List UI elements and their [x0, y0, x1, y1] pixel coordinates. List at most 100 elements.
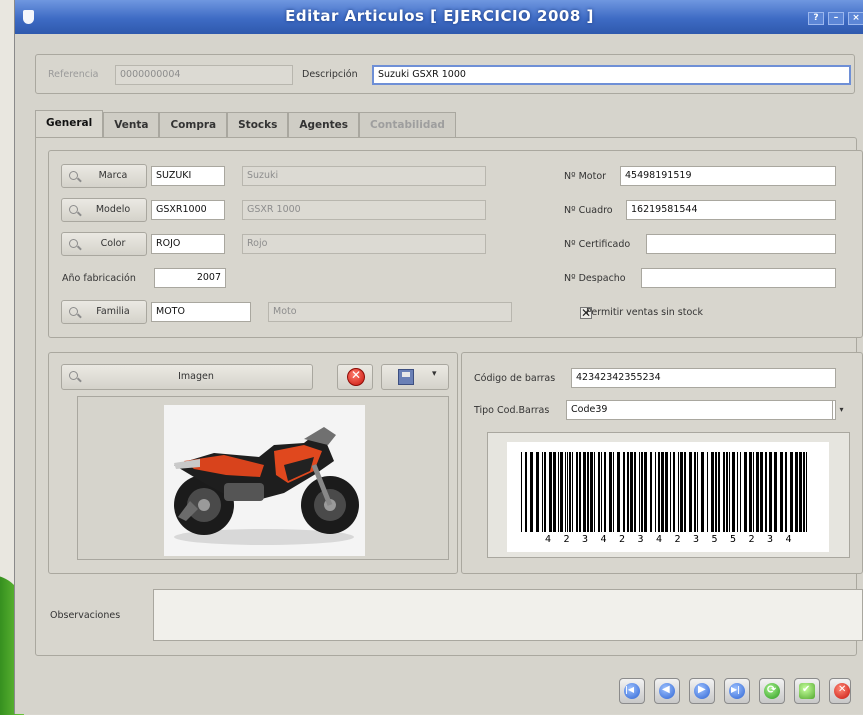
- window-title: Editar Articulos [ EJERCICIO 2008 ]: [285, 7, 594, 25]
- first-record-icon: [624, 683, 640, 699]
- modelo-code-input[interactable]: GSXR1000: [151, 200, 225, 220]
- tab-agentes[interactable]: Agentes: [288, 112, 360, 138]
- barcode-bar: [567, 452, 568, 532]
- barcode-bar: [583, 452, 586, 532]
- barcode-bar: [680, 452, 683, 532]
- motor-label: Nº Motor: [564, 171, 607, 182]
- barcode-bar: [673, 452, 675, 532]
- barcode-bar: [542, 452, 543, 532]
- barcode-bar: [756, 452, 759, 532]
- accept-button[interactable]: [794, 678, 820, 704]
- certificado-input[interactable]: [646, 234, 836, 254]
- barcode-bar: [598, 452, 600, 532]
- familia-name-field: Moto: [268, 302, 512, 322]
- minimize-button[interactable]: –: [828, 12, 844, 25]
- barcode-bar: [558, 452, 559, 532]
- marca-code-input[interactable]: SUZUKI: [151, 166, 225, 186]
- barcode-bar: [587, 452, 589, 532]
- imagen-button[interactable]: Imagen: [61, 364, 313, 390]
- modelo-lookup-button[interactable]: Modelo: [61, 198, 147, 222]
- descripcion-input[interactable]: Suzuki GSXR 1000: [372, 65, 851, 85]
- barcode-bar: [737, 452, 738, 532]
- save-image-button[interactable]: ▾: [381, 364, 449, 390]
- barcode-bar: [553, 452, 556, 532]
- barcode-bar: [765, 452, 767, 532]
- barcode-digit: 4: [786, 534, 792, 545]
- tab-contabilidad: Contabilidad: [359, 112, 456, 138]
- barcode-bar: [799, 452, 802, 532]
- barcode-bar: [678, 452, 679, 532]
- chevron-down-icon[interactable]: ▾: [832, 400, 850, 420]
- despacho-input[interactable]: [641, 268, 836, 288]
- accept-icon: [799, 683, 815, 699]
- title-bar[interactable]: Editar Articulos [ EJERCICIO 2008 ] ? – …: [15, 0, 863, 34]
- barcode-bar: [790, 452, 793, 532]
- barcode-bar: [760, 452, 763, 532]
- tab-bar: General Venta Compra Stocks Agentes Cont…: [35, 110, 456, 138]
- next-record-button[interactable]: [689, 678, 715, 704]
- barcode-digit: 3: [767, 534, 773, 545]
- barcode-bar: [718, 452, 720, 532]
- barcode-bar: [740, 452, 741, 532]
- delete-image-button[interactable]: [337, 364, 373, 390]
- barcode-bar: [630, 452, 633, 532]
- barcode-bar: [697, 452, 698, 532]
- cuadro-label: Nº Cuadro: [564, 205, 613, 216]
- previous-record-button[interactable]: [654, 678, 680, 704]
- barcode-bar: [549, 452, 552, 532]
- barcode-bar: [694, 452, 696, 532]
- barcode-bar: [806, 452, 807, 532]
- last-record-button[interactable]: [724, 678, 750, 704]
- barcode-bar: [572, 452, 573, 532]
- tab-stocks[interactable]: Stocks: [227, 112, 289, 138]
- barcode-digit: 2: [619, 534, 625, 545]
- barcode-bar: [749, 452, 752, 532]
- barcode-bar: [594, 452, 595, 532]
- barcode-bar: [521, 452, 522, 532]
- familia-code-input[interactable]: MOTO: [151, 302, 251, 322]
- cuadro-input[interactable]: 16219581544: [626, 200, 836, 220]
- anio-input[interactable]: 2007: [154, 268, 226, 288]
- barcode-bar: [711, 452, 714, 532]
- barcode-digit: 4: [545, 534, 551, 545]
- magnifier-icon: [69, 371, 78, 380]
- barcode-bar: [723, 452, 725, 532]
- chevron-down-icon: ▾: [432, 369, 437, 379]
- marca-lookup-button[interactable]: Marca: [61, 164, 147, 188]
- barcode-bar: [639, 452, 640, 532]
- tipo-barras-select[interactable]: Code39: [566, 400, 836, 420]
- barcode-digit: 5: [712, 534, 718, 545]
- barcode-bar: [684, 452, 686, 532]
- barcode-bar: [525, 452, 527, 532]
- tipo-barras-label: Tipo Cod.Barras: [474, 405, 550, 416]
- tab-venta[interactable]: Venta: [103, 112, 160, 138]
- magnifier-icon: [69, 307, 78, 316]
- color-lookup-button[interactable]: Color: [61, 232, 147, 256]
- tab-general[interactable]: General: [35, 110, 104, 138]
- barcode-bar: [655, 452, 656, 532]
- motor-input[interactable]: 45498191519: [620, 166, 836, 186]
- barcode-digit: 3: [582, 534, 588, 545]
- magnifier-icon: [69, 171, 78, 180]
- edit-articles-window: Editar Articulos [ EJERCICIO 2008 ] ? – …: [14, 0, 863, 714]
- close-window-button[interactable]: ×: [848, 12, 863, 25]
- barcode-bar: [609, 452, 612, 532]
- help-button[interactable]: ?: [808, 12, 824, 25]
- barcode-digit: 3: [693, 534, 699, 545]
- referencia-label: Referencia: [48, 69, 99, 80]
- observaciones-input[interactable]: [153, 589, 863, 641]
- barcode-digit: 4: [656, 534, 662, 545]
- tab-compra[interactable]: Compra: [159, 112, 228, 138]
- codigo-barras-input[interactable]: 42342342355234: [571, 368, 836, 388]
- close-button[interactable]: [829, 678, 851, 704]
- barcode-digit: 2: [749, 534, 755, 545]
- refresh-button[interactable]: [759, 678, 785, 704]
- color-code-input[interactable]: ROJO: [151, 234, 225, 254]
- first-record-button[interactable]: [619, 678, 645, 704]
- barcode-image: 4 2 3 4 2 3 4 2 3 5 5 2 3 4: [507, 442, 829, 552]
- despacho-label: Nº Despacho: [564, 273, 626, 284]
- barcode-bar: [623, 452, 625, 532]
- familia-lookup-button[interactable]: Familia: [61, 300, 147, 324]
- last-record-icon: [729, 683, 745, 699]
- permitir-ventas-label: Permitir ventas sin stock: [586, 307, 704, 318]
